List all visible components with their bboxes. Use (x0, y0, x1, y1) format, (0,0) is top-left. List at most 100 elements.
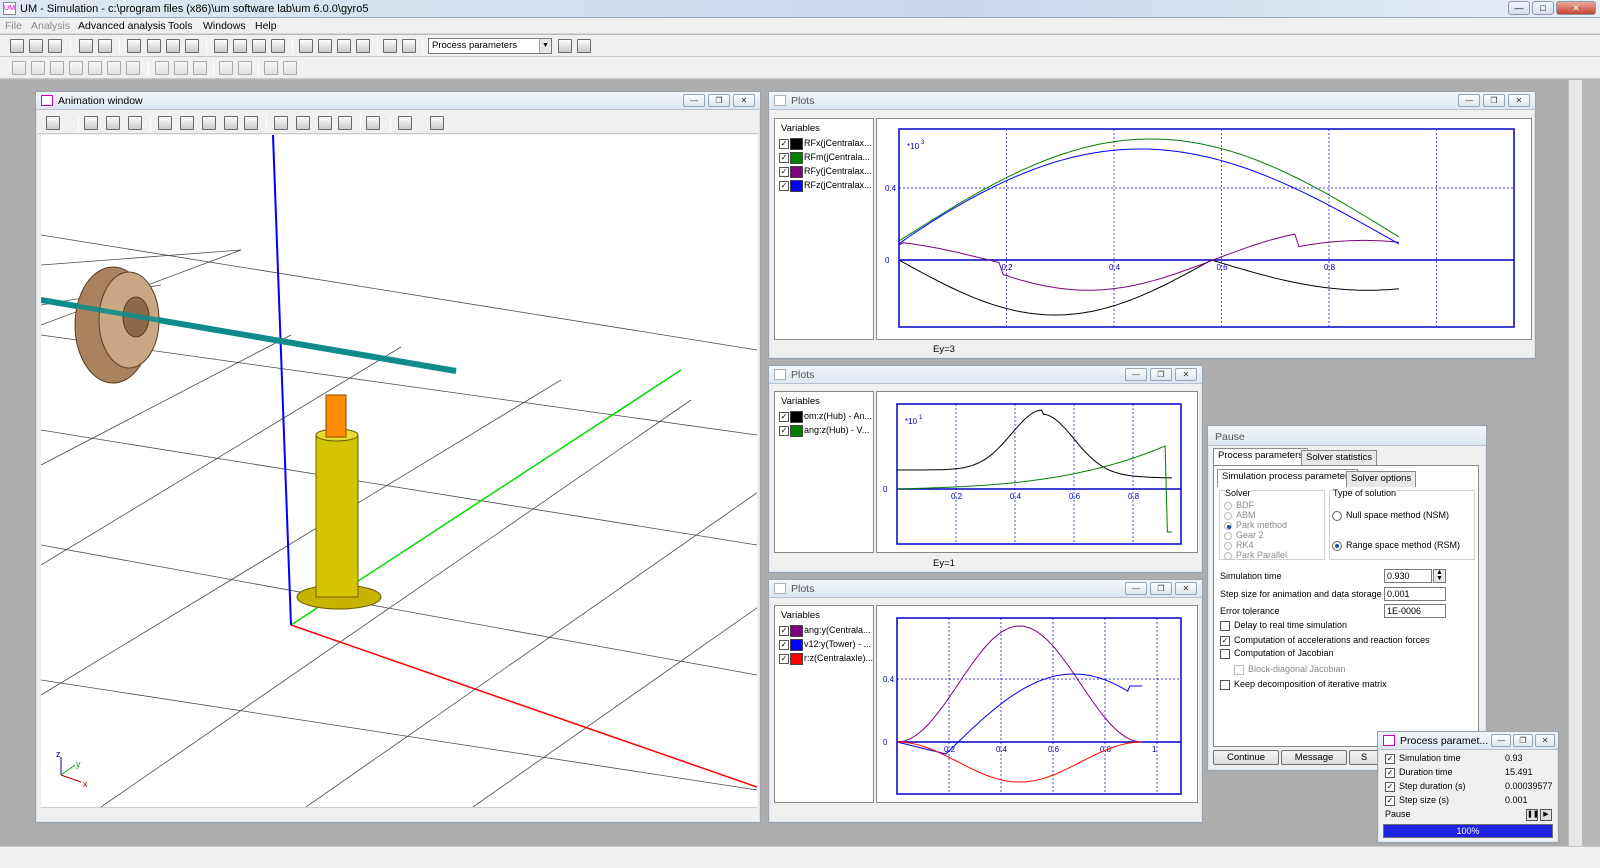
variable-checkbox[interactable]: ✓ (779, 425, 789, 436)
close-window-icon[interactable] (577, 39, 591, 53)
tool-j-icon[interactable] (193, 61, 207, 75)
wire-cube-icon[interactable] (274, 116, 288, 130)
up-icon[interactable] (180, 116, 194, 130)
tool-a-icon[interactable] (12, 61, 26, 75)
solver-radio[interactable] (1224, 542, 1232, 550)
color-swatch[interactable] (790, 179, 803, 192)
color-swatch[interactable] (790, 652, 803, 665)
param-checkbox[interactable]: ✓ (1385, 796, 1395, 806)
param-checkbox[interactable]: ✓ (1385, 768, 1395, 778)
tab-solver-statistics[interactable]: Solver statistics (1301, 450, 1377, 466)
color-swatch[interactable] (790, 624, 803, 637)
move-icon[interactable] (158, 116, 172, 130)
grid-icon[interactable] (233, 39, 247, 53)
tool-n-icon[interactable] (283, 61, 297, 75)
variable-row[interactable]: ✓ RFz(jCentralax... (779, 179, 872, 192)
shaded-cube-icon[interactable] (318, 116, 332, 130)
save-icon[interactable] (29, 39, 43, 53)
color-swatch[interactable] (790, 424, 803, 437)
open-icon[interactable] (10, 39, 24, 53)
variable-row[interactable]: ✓ r:z(Centralaxle)... (779, 652, 873, 665)
menu-windows[interactable]: Windows (203, 20, 246, 32)
solver-radio[interactable] (1224, 552, 1232, 560)
rotate-icon[interactable] (202, 116, 216, 130)
axes-icon[interactable] (398, 116, 412, 130)
variable-row[interactable]: ✓ RFy(jCentralax... (779, 165, 872, 178)
radio-nsm[interactable] (1332, 511, 1342, 521)
variable-checkbox[interactable]: ✓ (779, 138, 789, 149)
close-button[interactable]: ✕ (1535, 734, 1555, 747)
simulation-time-field[interactable]: 0.930 (1384, 569, 1432, 583)
variable-row[interactable]: ✓ ang:y(Centrala... (779, 624, 871, 637)
tab-simulation-process-parameters[interactable]: Simulation process parameters (1217, 469, 1358, 487)
tab-solver-options[interactable]: Solver options (1346, 471, 1417, 487)
step-size-field[interactable]: 0.001 (1384, 587, 1446, 601)
block-diagonal-checkbox[interactable] (1234, 665, 1244, 675)
close-button[interactable]: ✕ (1556, 1, 1596, 15)
delay-checkbox[interactable] (1220, 621, 1230, 631)
network-icon[interactable] (383, 39, 397, 53)
tool-b-icon[interactable] (31, 61, 45, 75)
tool-d-icon[interactable] (69, 61, 83, 75)
close-button[interactable]: ✕ (733, 94, 755, 107)
pause-icon[interactable]: ❚❚ (1526, 809, 1539, 821)
variable-row[interactable]: ✓ om:z(Hub) - An... (779, 410, 872, 423)
color-swatch[interactable] (790, 137, 803, 150)
restore-button[interactable]: ❐ (1150, 582, 1172, 595)
solver-radio[interactable] (1224, 532, 1232, 540)
menu-analysis[interactable]: Analysis (31, 20, 70, 32)
tool-l-icon[interactable] (238, 61, 252, 75)
close-button[interactable]: ✕ (1175, 368, 1197, 381)
color-swatch[interactable] (790, 410, 803, 423)
restore-button[interactable]: ❐ (708, 94, 730, 107)
tool-icon[interactable] (430, 116, 444, 130)
color-swatch[interactable] (790, 165, 803, 178)
error-tolerance-field[interactable]: 1E-0006 (1384, 604, 1446, 618)
message-button[interactable]: Message (1281, 750, 1347, 765)
variable-checkbox[interactable]: ✓ (779, 653, 789, 664)
tool-k-icon[interactable] (219, 61, 233, 75)
table-icon[interactable] (185, 39, 199, 53)
report-icon[interactable] (271, 39, 285, 53)
variable-row[interactable]: ✓ v12:y(Tower) - ... (779, 638, 871, 651)
maximize-button[interactable]: □ (1532, 1, 1554, 15)
animation-window-icon[interactable] (127, 39, 141, 53)
stop-button[interactable]: S (1349, 750, 1379, 765)
variable-checkbox[interactable]: ✓ (779, 180, 789, 191)
close-button[interactable]: ✕ (1508, 94, 1530, 107)
variable-row[interactable]: ✓ ang:z(Hub) - V... (779, 424, 869, 437)
color-swatch[interactable] (790, 638, 803, 651)
accelerations-checkbox[interactable]: ✓ (1220, 636, 1230, 646)
menu-tools[interactable]: Tools (168, 20, 193, 32)
minimize-button[interactable]: — (1491, 734, 1511, 747)
tool-e-icon[interactable] (88, 61, 102, 75)
minimize-button[interactable]: — (1458, 94, 1480, 107)
animation-viewport[interactable]: z y x (41, 135, 757, 807)
solver-radio[interactable] (1224, 502, 1232, 510)
scene-icon[interactable] (84, 116, 98, 130)
cube-icon[interactable] (296, 116, 310, 130)
copy-icon[interactable] (46, 116, 60, 130)
light-icon[interactable] (224, 116, 238, 130)
solid-cube-icon[interactable] (338, 116, 352, 130)
restore-button[interactable]: ❐ (1150, 368, 1172, 381)
tool-g-icon[interactable] (126, 61, 140, 75)
graph-window-icon[interactable] (147, 39, 161, 53)
solver-radio[interactable] (1224, 522, 1232, 530)
tool-h-icon[interactable] (155, 61, 169, 75)
menu-help[interactable]: Help (255, 20, 277, 32)
keep-decomposition-checkbox[interactable] (1220, 680, 1230, 690)
select-icon[interactable] (244, 116, 258, 130)
minimize-button[interactable]: — (683, 94, 705, 107)
tool-i-icon[interactable] (174, 61, 188, 75)
matrix-icon[interactable] (252, 39, 266, 53)
list-icon[interactable] (214, 39, 228, 53)
export-icon[interactable] (356, 39, 370, 53)
calculator-icon[interactable] (299, 39, 313, 53)
tile-icon[interactable] (558, 39, 572, 53)
variable-row[interactable]: ✓ RFm(jCentrala... (779, 151, 870, 164)
run-icon[interactable] (79, 39, 93, 53)
fit-icon[interactable] (106, 116, 120, 130)
target-icon[interactable] (128, 116, 142, 130)
plot-area-2[interactable]: 0.2 0.4 0.6 0.8 0 *10 1 (876, 391, 1198, 553)
